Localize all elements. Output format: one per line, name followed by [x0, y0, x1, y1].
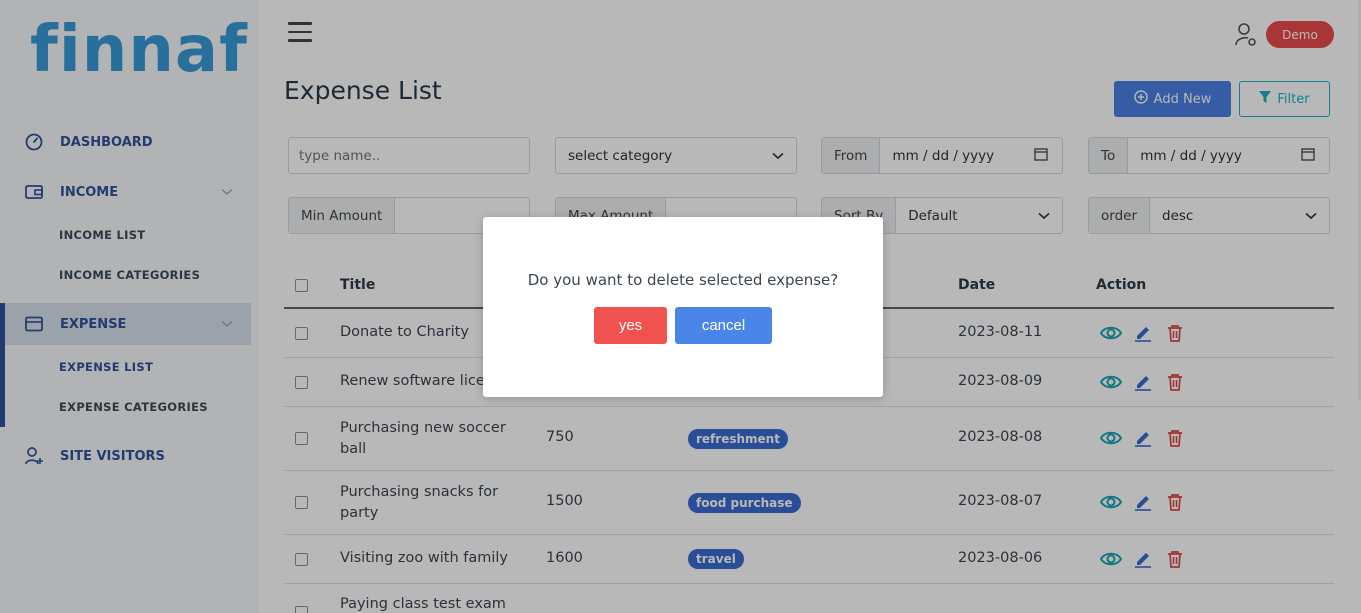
dialog-message: Do you want to delete selected expense?: [527, 271, 839, 289]
delete-confirm-dialog: Do you want to delete selected expense? …: [483, 217, 883, 397]
cancel-button[interactable]: cancel: [675, 307, 772, 344]
confirm-yes-button[interactable]: yes: [594, 307, 667, 344]
